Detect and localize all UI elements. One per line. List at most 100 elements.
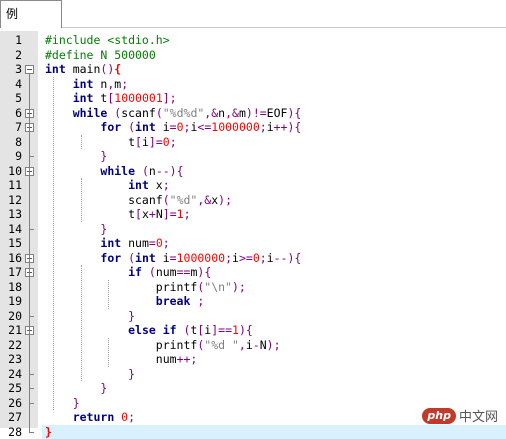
code-token: ( [156,106,163,120]
code-line[interactable]: 17 if (num==m){ [0,265,506,280]
line-number: 25 [0,381,22,396]
indent-guide [81,178,82,222]
fold-tree-line [29,74,30,433]
code-token: ,& [204,106,218,120]
line-number: 11 [0,178,22,193]
code-line[interactable]: 7 for (int i=0;i<=1000000;i++){ [0,120,506,135]
code-text: #define N 500000 [45,48,156,63]
code-line[interactable]: 24 } [0,367,506,382]
code-line[interactable]: 2#define N 500000 [0,48,506,63]
code-line[interactable]: 8 t[i]=0; [0,135,506,150]
code-text: } [45,425,52,439]
code-token [45,106,73,120]
code-line[interactable]: 22 printf("%d ",i-N); [0,338,506,353]
code-line[interactable]: 12 scanf("%d",&x); [0,193,506,208]
code-line[interactable]: 21 else if (t[i]==1){ [0,323,506,338]
code-line[interactable]: 1#include <stdio.h> [0,33,506,48]
code-token: { [114,62,121,76]
code-token: 1 [177,207,184,221]
code-token: <= [197,120,211,134]
code-text: break ; [45,294,204,309]
code-line[interactable]: 11 int x; [0,178,506,193]
code-line[interactable]: 18 printf("\n"); [0,280,506,295]
code-line[interactable]: 28} [0,425,506,439]
code-line[interactable]: 10 while (n--){ [0,164,506,179]
code-token: ; [128,410,135,424]
code-token [45,77,73,91]
code-line[interactable]: 25 } [0,381,506,396]
code-text: } [45,396,80,411]
code-line[interactable]: 6 while (scanf("%d%d",&n,&m)!=EOF){ [0,106,506,121]
code-token: i [163,120,170,134]
line-number: 15 [0,236,22,251]
code-text: } [45,222,107,237]
watermark: php中文网 [422,406,498,424]
code-token: int [135,120,163,134]
code-token: ; [225,251,232,265]
code-token: "%d " [204,338,239,352]
code-text: } [45,381,107,396]
code-token: 0 [177,120,184,134]
code-token: 1000000 [177,251,225,265]
code-token: main [73,62,101,76]
code-line[interactable]: 15 int num=0; [0,236,506,251]
fold-end-tick [29,156,34,157]
code-token: } [73,396,80,410]
code-text: int t[1000001]; [45,91,177,106]
line-number: 9 [0,149,22,164]
code-token: N [260,338,267,352]
fold-toggle-icon[interactable] [25,65,34,74]
code-token: + [149,207,156,221]
code-token: i [267,120,274,134]
code-token: () [100,62,114,76]
line-number: 20 [0,309,22,324]
code-token: printf [45,280,197,294]
code-token: t [45,207,135,221]
code-text: printf("\n"); [45,280,246,295]
code-line[interactable]: 9 } [0,149,506,164]
indent-guide [53,77,54,411]
line-number: 17 [0,265,22,280]
code-token: 1000001 [114,91,162,105]
code-token: ( [128,120,135,134]
indent-guide [81,135,82,150]
code-token: ; [197,294,204,308]
line-number: 10 [0,164,22,179]
file-tab[interactable]: 例2.6.cpp [0,0,62,28]
code-text: for (int i=1000000;i>=0;i--){ [45,251,301,266]
line-number: 21 [0,323,22,338]
code-text: num++; [45,352,197,367]
code-line[interactable]: 3int main(){ [0,62,506,77]
indent-guide [108,280,109,309]
code-line[interactable]: 4 int n,m; [0,77,506,92]
code-token: for [100,251,128,265]
code-token: , [239,338,246,352]
code-token: --){ [274,251,302,265]
code-token: break [156,294,198,308]
code-line[interactable]: 5 int t[1000001]; [0,91,506,106]
code-token: ]= [163,207,177,221]
code-token: ; [260,251,267,265]
code-token: n [149,164,156,178]
code-line[interactable]: 23 num++; [0,352,506,367]
code-line[interactable]: 20 } [0,309,506,324]
fold-end-tick [29,229,34,230]
line-number: 28 [0,425,22,439]
code-token: scanf [45,193,163,207]
code-line[interactable]: 19 break ; [0,294,506,309]
code-line[interactable]: 16 for (int i=1000000;i>=0;i--){ [0,251,506,266]
code-token: for [100,120,128,134]
code-line[interactable]: 13 t[x+N]=1; [0,207,506,222]
code-token: int [100,236,128,250]
line-number: 8 [0,135,22,150]
line-number: 23 [0,352,22,367]
code-editor[interactable]: 1#include <stdio.h>2#define N 5000003int… [0,31,506,428]
code-text: for (int i=0;i<=1000000;i++){ [45,120,301,135]
code-text: } [45,309,135,324]
code-line[interactable]: 14 } [0,222,506,237]
code-token [45,396,73,410]
code-text: return 0; [45,410,135,425]
code-token: [ [135,207,142,221]
code-token: x [142,207,149,221]
line-number: 5 [0,91,22,106]
